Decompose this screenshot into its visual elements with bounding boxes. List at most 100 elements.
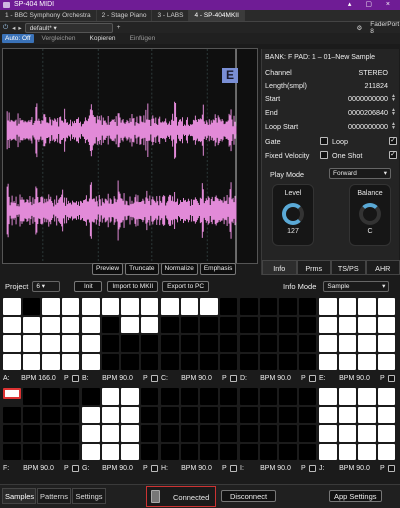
pad-cell[interactable] (61, 443, 79, 460)
copy-button[interactable]: Kopieren (90, 35, 116, 42)
pad-cell[interactable] (319, 298, 337, 315)
pad-cell[interactable] (377, 335, 395, 352)
tab-stage-piano[interactable]: 2 - Stage Piano (97, 10, 153, 21)
level-knob[interactable] (282, 203, 304, 225)
pad-cell[interactable] (259, 425, 277, 442)
pad-g[interactable] (82, 388, 158, 460)
pad-cell[interactable] (82, 425, 100, 442)
pad-cell[interactable] (377, 316, 395, 333)
pad-cell[interactable] (319, 388, 337, 405)
pad-cell[interactable] (180, 425, 198, 442)
pad-cell[interactable] (121, 406, 139, 423)
pad-cell[interactable] (22, 298, 40, 315)
pad-cell[interactable] (180, 388, 198, 405)
pad-cell[interactable] (377, 353, 395, 370)
pad-cell[interactable] (219, 443, 237, 460)
pad-cell[interactable] (22, 425, 40, 442)
pad-cell[interactable] (121, 316, 139, 333)
pad-cell[interactable] (140, 443, 158, 460)
gate-checkbox[interactable] (320, 137, 328, 145)
tab-samples[interactable]: Samples (2, 488, 36, 504)
loop-checkbox[interactable]: ✓ (389, 137, 397, 145)
pad-cell[interactable] (22, 388, 40, 405)
pad-cell[interactable] (180, 443, 198, 460)
pad-cell[interactable] (200, 335, 218, 352)
pad-cell[interactable] (279, 388, 297, 405)
preview-button[interactable]: Preview (92, 263, 124, 275)
pad-cell[interactable] (22, 316, 40, 333)
pad-cell[interactable] (22, 443, 40, 460)
pad-cell[interactable] (358, 425, 376, 442)
power-icon[interactable]: ⏻ (3, 24, 8, 32)
loop-start-spinner[interactable]: ▲ ▼ (391, 122, 398, 131)
pad-cell[interactable] (259, 298, 277, 315)
disconnect-button[interactable]: Disconnect (221, 490, 277, 502)
end-value[interactable]: 0000206840 (348, 108, 388, 117)
pad-cell[interactable] (279, 406, 297, 423)
pad-cell[interactable] (161, 335, 179, 352)
add-icon[interactable]: + (117, 24, 121, 31)
pad-cell[interactable] (3, 388, 21, 399)
pad-checkbox[interactable] (151, 464, 158, 472)
pad-cell[interactable] (259, 443, 277, 460)
pad-cell[interactable] (121, 298, 139, 315)
pad-cell[interactable] (279, 335, 297, 352)
pad-cell[interactable] (298, 406, 316, 423)
pad-cell[interactable] (101, 425, 119, 442)
pad-cell[interactable] (298, 298, 316, 315)
pad-cell[interactable] (101, 406, 119, 423)
normalize-button[interactable]: Normalize (160, 263, 198, 275)
pad-cell[interactable] (42, 316, 60, 333)
pad-cell[interactable] (200, 443, 218, 460)
pad-cell[interactable] (240, 425, 258, 442)
start-spinner[interactable]: ▲ ▼ (391, 94, 398, 103)
pad-cell[interactable] (161, 298, 179, 315)
pad-cell[interactable] (219, 353, 237, 370)
init-button[interactable]: Init (74, 281, 103, 292)
preset-select[interactable]: default* ▾ (24, 22, 113, 33)
preset-prev-icon[interactable]: ◂ (12, 24, 15, 32)
pad-checkbox[interactable] (230, 464, 237, 472)
pad-cell[interactable] (358, 388, 376, 405)
pad-cell[interactable] (358, 335, 376, 352)
pad-cell[interactable] (140, 425, 158, 442)
pad-cell[interactable] (279, 353, 297, 370)
pad-cell[interactable] (319, 335, 337, 352)
pad-cell[interactable] (279, 316, 297, 333)
start-value[interactable]: 0000000000 (348, 94, 388, 103)
tab-ts-ps[interactable]: TS/PS (331, 260, 366, 275)
pad-cell[interactable] (259, 388, 277, 405)
pad-cell[interactable] (338, 298, 356, 315)
tab-labs[interactable]: 3 - LABS (152, 10, 190, 21)
pad-cell[interactable] (180, 353, 198, 370)
pad-cell[interactable] (338, 443, 356, 460)
pad-cell[interactable] (101, 388, 119, 405)
pad-b[interactable] (82, 298, 158, 370)
tab-patterns[interactable]: Patterns (37, 488, 71, 504)
pad-cell[interactable] (161, 443, 179, 460)
pad-cell[interactable] (358, 406, 376, 423)
pad-cell[interactable] (3, 443, 21, 460)
pad-cell[interactable] (200, 353, 218, 370)
pad-cell[interactable] (121, 443, 139, 460)
pad-cell[interactable] (101, 443, 119, 460)
pad-cell[interactable] (140, 388, 158, 405)
pad-cell[interactable] (101, 316, 119, 333)
pad-cell[interactable] (338, 388, 356, 405)
pad-cell[interactable] (298, 388, 316, 405)
pad-cell[interactable] (42, 388, 60, 405)
pad-d[interactable] (240, 298, 316, 370)
pad-cell[interactable] (298, 335, 316, 352)
pad-cell[interactable] (3, 353, 21, 370)
pad-cell[interactable] (101, 298, 119, 315)
pad-cell[interactable] (240, 316, 258, 333)
pad-cell[interactable] (61, 316, 79, 333)
pad-cell[interactable] (358, 298, 376, 315)
loop-start-value[interactable]: 0000000000 (348, 122, 388, 131)
pad-cell[interactable] (61, 406, 79, 423)
import-button[interactable]: Import to MKII (107, 281, 159, 292)
tab-bbc-symphony[interactable]: 1 - BBC Symphony Orchestra (0, 10, 97, 21)
paste-button[interactable]: Einfügen (130, 35, 156, 42)
export-button[interactable]: Export to PC (162, 281, 210, 292)
pad-cell[interactable] (61, 388, 79, 405)
